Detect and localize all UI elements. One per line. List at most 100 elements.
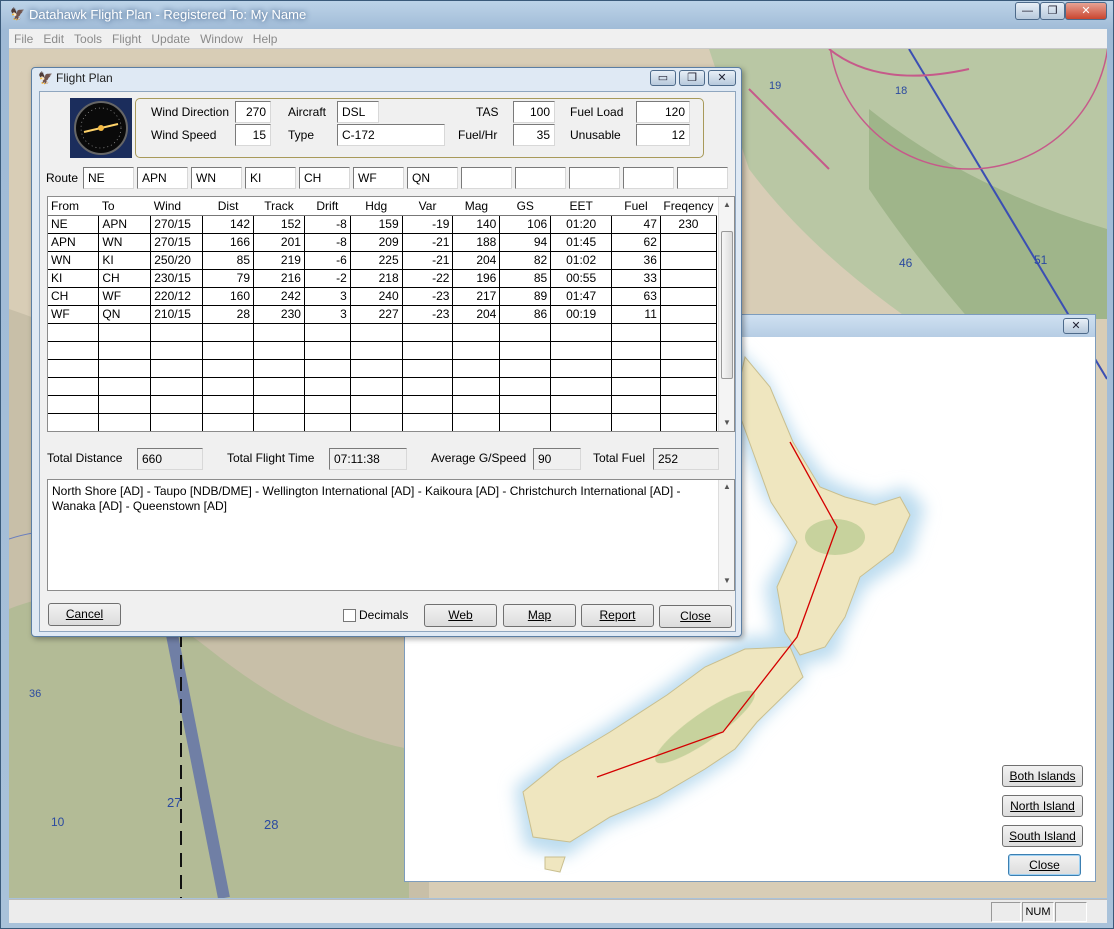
- column-header[interactable]: GS: [499, 197, 551, 216]
- fp-maximize-button[interactable]: ❐: [679, 70, 705, 86]
- table-cell[interactable]: [611, 323, 661, 342]
- close-button[interactable]: Close: [659, 605, 732, 628]
- table-cell[interactable]: 79: [202, 269, 255, 288]
- table-cell[interactable]: 01:20: [550, 215, 613, 234]
- table-cell[interactable]: 62: [611, 233, 661, 252]
- table-cell[interactable]: [660, 395, 718, 414]
- table-cell[interactable]: 230/15: [150, 269, 204, 288]
- route-waypoint-field[interactable]: [569, 167, 620, 189]
- route-waypoint-field[interactable]: WN: [191, 167, 242, 189]
- table-cell[interactable]: [402, 341, 454, 360]
- table-cell[interactable]: [48, 323, 100, 342]
- table-cell[interactable]: [660, 305, 718, 324]
- column-header[interactable]: Hdg: [350, 197, 403, 216]
- table-cell[interactable]: [611, 413, 661, 431]
- table-cell[interactable]: [253, 413, 305, 431]
- table-cell[interactable]: 36: [611, 251, 661, 270]
- scroll-thumb[interactable]: [721, 231, 733, 379]
- table-cell[interactable]: 106: [499, 215, 552, 234]
- table-row[interactable]: CH WF 220/12 160 242 3 240 -23 217 89 01:47 63: [48, 287, 718, 306]
- route-waypoint-field[interactable]: WF: [353, 167, 404, 189]
- table-cell[interactable]: [304, 359, 351, 378]
- table-cell[interactable]: [402, 377, 454, 396]
- wind-direction-field[interactable]: 270: [235, 101, 271, 123]
- table-cell[interactable]: [550, 323, 613, 342]
- menu-window[interactable]: Window: [195, 29, 248, 49]
- table-cell[interactable]: 63: [611, 287, 661, 306]
- menu-tools[interactable]: Tools: [69, 29, 107, 49]
- close-window-button[interactable]: ✕: [1065, 2, 1107, 20]
- table-cell[interactable]: [499, 323, 552, 342]
- table-cell[interactable]: 01:02: [550, 251, 613, 270]
- table-cell[interactable]: [660, 233, 718, 252]
- table-cell[interactable]: 220/12: [150, 287, 204, 306]
- table-cell[interactable]: 188: [452, 233, 501, 252]
- table-cell[interactable]: 270/15: [150, 215, 204, 234]
- table-row-empty[interactable]: [48, 341, 718, 360]
- table-cell[interactable]: 01:45: [550, 233, 613, 252]
- table-cell[interactable]: [499, 413, 552, 431]
- column-header[interactable]: Track: [253, 197, 305, 216]
- table-cell[interactable]: [550, 395, 613, 414]
- table-cell[interactable]: [550, 341, 613, 360]
- table-cell[interactable]: [402, 395, 454, 414]
- route-waypoint-field[interactable]: APN: [137, 167, 188, 189]
- table-cell[interactable]: [350, 413, 403, 431]
- column-header[interactable]: Drift: [304, 197, 351, 216]
- table-cell[interactable]: 01:47: [550, 287, 613, 306]
- fuel-hr-field[interactable]: 35: [513, 124, 555, 146]
- wind-speed-field[interactable]: 15: [235, 124, 271, 146]
- table-cell[interactable]: [150, 341, 204, 360]
- table-cell[interactable]: 227: [350, 305, 403, 324]
- table-cell[interactable]: [611, 341, 661, 360]
- table-cell[interactable]: -8: [304, 233, 351, 252]
- column-header[interactable]: From: [48, 197, 99, 216]
- table-cell[interactable]: [452, 323, 501, 342]
- table-cell[interactable]: [304, 413, 351, 431]
- table-cell[interactable]: 230: [253, 305, 305, 324]
- table-cell[interactable]: 152: [253, 215, 305, 234]
- table-cell[interactable]: 28: [202, 305, 255, 324]
- table-cell[interactable]: [253, 341, 305, 360]
- table-cell[interactable]: 219: [253, 251, 305, 270]
- route-waypoint-field[interactable]: CH: [299, 167, 350, 189]
- table-cell[interactable]: KI: [48, 269, 100, 288]
- scroll-up-icon[interactable]: ▲: [719, 197, 734, 213]
- table-cell[interactable]: NE: [48, 215, 100, 234]
- table-cell[interactable]: [253, 395, 305, 414]
- table-cell[interactable]: 00:55: [550, 269, 613, 288]
- table-cell[interactable]: [660, 287, 718, 306]
- table-cell[interactable]: 250/20: [150, 251, 204, 270]
- table-cell[interactable]: 204: [452, 305, 501, 324]
- table-cell[interactable]: [98, 359, 152, 378]
- table-row[interactable]: WF QN 210/15 28 230 3 227 -23 204 86 00:19 11: [48, 305, 718, 324]
- map-close-icon[interactable]: ✕: [1063, 318, 1089, 334]
- table-row-empty[interactable]: [48, 395, 718, 414]
- table-cell[interactable]: 86: [499, 305, 552, 324]
- scroll-down-icon[interactable]: ▼: [719, 415, 734, 431]
- table-cell[interactable]: 216: [253, 269, 305, 288]
- table-cell[interactable]: 196: [452, 269, 501, 288]
- table-scrollbar[interactable]: ▲ ▼: [718, 197, 734, 431]
- table-cell[interactable]: [350, 323, 403, 342]
- table-cell[interactable]: [499, 377, 552, 396]
- table-cell[interactable]: WF: [98, 287, 152, 306]
- table-cell[interactable]: 89: [499, 287, 552, 306]
- table-cell[interactable]: [202, 395, 255, 414]
- table-cell[interactable]: [402, 413, 454, 431]
- table-cell[interactable]: [350, 359, 403, 378]
- menu-help[interactable]: Help: [248, 29, 283, 49]
- table-cell[interactable]: [550, 377, 613, 396]
- route-waypoint-field[interactable]: [515, 167, 566, 189]
- table-cell[interactable]: [98, 341, 152, 360]
- table-cell[interactable]: 242: [253, 287, 305, 306]
- table-cell[interactable]: [304, 377, 351, 396]
- table-cell[interactable]: [350, 395, 403, 414]
- table-cell[interactable]: [402, 323, 454, 342]
- table-cell[interactable]: 204: [452, 251, 501, 270]
- table-cell[interactable]: [660, 413, 718, 431]
- table-cell[interactable]: 85: [499, 269, 552, 288]
- text-scroll-down-icon[interactable]: ▼: [719, 574, 735, 588]
- table-cell[interactable]: 82: [499, 251, 552, 270]
- table-cell[interactable]: [48, 359, 100, 378]
